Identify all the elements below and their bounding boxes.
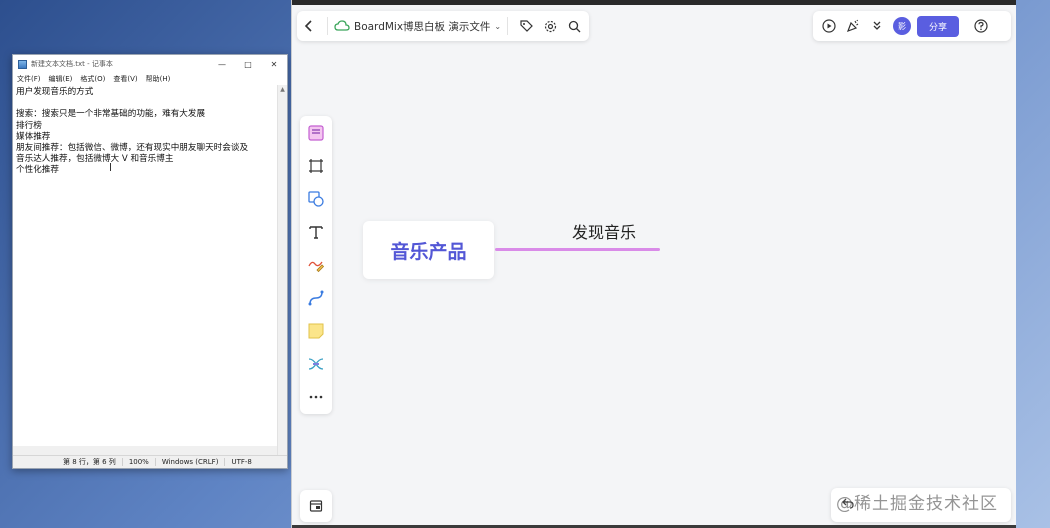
horizontal-scrollbar[interactable] <box>13 446 277 455</box>
notepad-statusbar: 第 8 行，第 6 列 100% Windows (CRLF) UTF-8 <box>13 455 287 468</box>
text-tool-icon[interactable] <box>300 215 332 248</box>
whiteboard-window: BoardMix博思白板 演示文件 ⌄ 影 分享 音乐产品 发现音乐 @稀土掘金… <box>291 0 1016 528</box>
minimap-icon <box>309 500 323 512</box>
notepad-menubar: 文件(F) 编辑(E) 格式(O) 查看(V) 帮助(H) <box>13 73 287 85</box>
file-name-dropdown[interactable]: BoardMix博思白板 演示文件 ⌄ <box>334 19 501 34</box>
vertical-scrollbar[interactable]: ▲ <box>277 85 287 455</box>
menu-view[interactable]: 查看(V) <box>113 74 137 84</box>
status-zoom: 100% <box>121 458 155 466</box>
notepad-title: 新建文本文档.txt - 记事本 <box>31 60 113 68</box>
divider <box>327 17 328 35</box>
play-icon[interactable] <box>817 14 841 38</box>
window-top-edge <box>292 0 1016 5</box>
file-name: BoardMix博思白板 演示文件 <box>354 20 491 33</box>
mindmap-connector <box>495 248 660 251</box>
scroll-up-icon[interactable]: ▲ <box>278 85 287 95</box>
search-icon[interactable] <box>562 14 586 38</box>
minimize-icon[interactable]: — <box>209 60 235 69</box>
avatar[interactable]: 影 <box>893 17 911 35</box>
double-chevron-down-icon[interactable] <box>865 14 889 38</box>
watermark: @稀土掘金技术社区 <box>836 494 998 514</box>
chevron-down-icon: ⌄ <box>494 21 502 31</box>
notepad-text-area[interactable]: 用户发现音乐的方式 搜索：搜索只是一个非常基础的功能，难有大发展 排行榜 媒体推… <box>13 85 277 455</box>
connector-tool-icon[interactable] <box>300 281 332 314</box>
mindmap-root-node[interactable]: 音乐产品 <box>363 221 494 279</box>
notepad-window: 新建文本文档.txt - 记事本 — □ ✕ 文件(F) 编辑(E) 格式(O)… <box>12 54 288 469</box>
mindmap-tool-icon[interactable] <box>300 347 332 380</box>
notepad-titlebar[interactable]: 新建文本文档.txt - 记事本 — □ ✕ <box>13 55 287 73</box>
divider <box>507 17 509 35</box>
frame-tool-icon[interactable] <box>300 149 332 182</box>
menu-format[interactable]: 格式(O) <box>80 74 105 84</box>
menu-file[interactable]: 文件(F) <box>17 74 41 84</box>
celebrate-icon[interactable] <box>841 14 865 38</box>
top-right-toolbar: 影 分享 <box>813 11 1011 41</box>
back-icon[interactable] <box>297 14 321 38</box>
text-cursor <box>110 163 111 171</box>
notepad-icon <box>18 59 27 69</box>
left-toolbar <box>300 116 332 414</box>
sticky-note-tool-icon[interactable] <box>300 314 332 347</box>
maximize-icon[interactable]: □ <box>235 60 261 69</box>
cloud-sync-icon <box>334 20 350 31</box>
status-cursor-position: 第 8 行，第 6 列 <box>63 458 116 466</box>
help-icon[interactable] <box>969 14 993 38</box>
shape-tool-icon[interactable] <box>300 182 332 215</box>
share-button[interactable]: 分享 <box>917 15 960 37</box>
top-left-toolbar: BoardMix博思白板 演示文件 ⌄ <box>297 11 589 41</box>
close-icon[interactable]: ✕ <box>261 60 287 69</box>
menu-edit[interactable]: 编辑(E) <box>49 74 73 84</box>
menu-help[interactable]: 帮助(H) <box>146 74 171 84</box>
minimap-button[interactable] <box>300 490 332 522</box>
template-tool-icon[interactable] <box>300 116 332 149</box>
gear-icon[interactable] <box>538 14 562 38</box>
mindmap-child-node[interactable]: 发现音乐 <box>572 219 636 243</box>
status-line-ending: Windows (CRLF) <box>154 458 225 466</box>
pen-tool-icon[interactable] <box>300 248 332 281</box>
status-encoding: UTF-8 <box>224 458 257 466</box>
more-icon[interactable] <box>300 380 332 413</box>
tag-icon[interactable] <box>514 14 538 38</box>
